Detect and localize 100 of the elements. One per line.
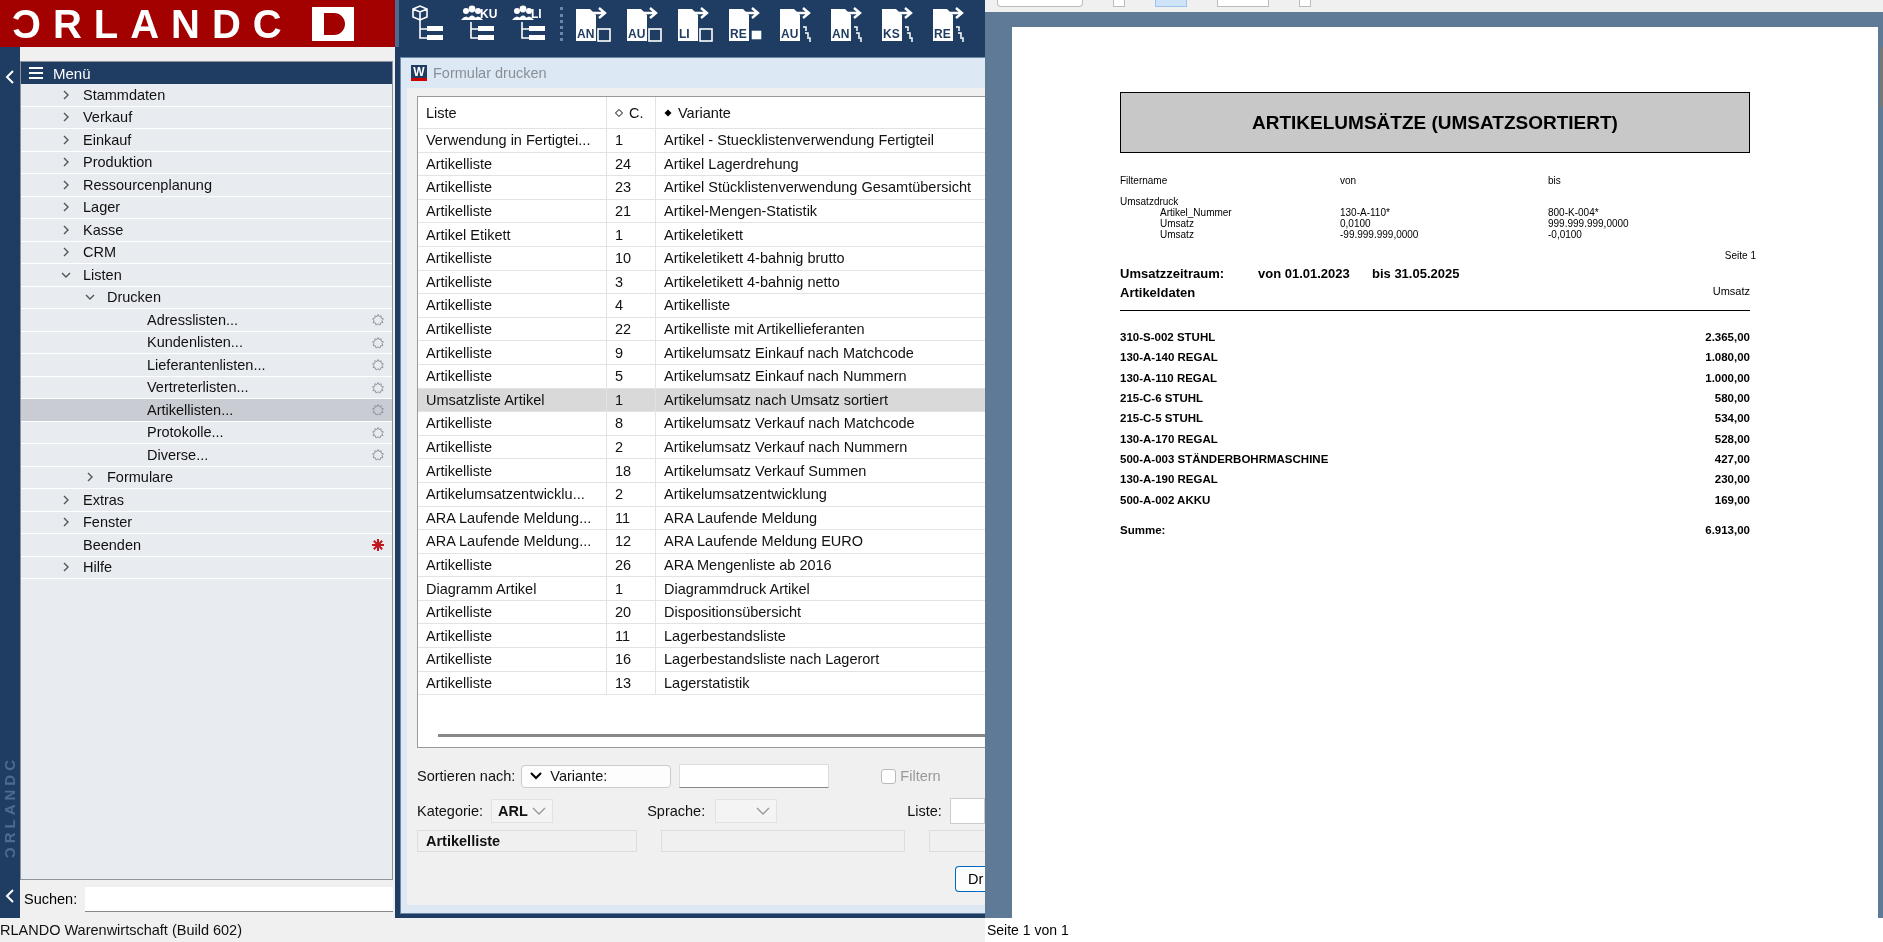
menu-item[interactable]: Beenden bbox=[21, 534, 392, 557]
table-row[interactable]: Artikelliste 13 Lagerstatistik bbox=[418, 671, 985, 696]
document-button[interactable]: AN bbox=[572, 2, 614, 45]
table-row[interactable]: Artikelliste 8 Artikelumsatz Verkauf nach Matchcode bbox=[418, 412, 985, 436]
table-row[interactable]: Artikelliste 26 ARA Mengenliste ab 2016 bbox=[418, 553, 985, 578]
menu-item[interactable]: Stammdaten bbox=[21, 84, 392, 107]
toolbar-field[interactable] bbox=[997, 0, 1083, 7]
document-button[interactable]: RE bbox=[725, 2, 767, 45]
menu-item[interactable]: CRM bbox=[21, 241, 392, 264]
menu-item[interactable]: Formulare bbox=[21, 466, 392, 489]
revenue-value: 169,00 bbox=[1714, 493, 1750, 506]
period-to: bis 31.05.2025 bbox=[1372, 266, 1460, 281]
sort-input-field[interactable] bbox=[679, 764, 830, 788]
toolbar-button[interactable] bbox=[1113, 0, 1125, 7]
menu-item[interactable]: Protokolle... bbox=[21, 421, 392, 444]
table-row[interactable]: Artikelliste 2 Artikelumsatz Verkauf nach Nummern bbox=[418, 435, 985, 460]
document-button[interactable]: AN bbox=[827, 2, 869, 45]
total-label: Summe: bbox=[1120, 523, 1166, 536]
document-button[interactable]: LI bbox=[674, 2, 716, 45]
table-cell: Artikeletikett 4-bahnig netto bbox=[656, 270, 985, 295]
table-row[interactable]: Umsatzliste Artikel 1 Artikelumsatz nach Umsatz sortiert bbox=[418, 388, 985, 413]
table-cell: Artikelliste bbox=[418, 176, 607, 200]
gear-icon[interactable] bbox=[372, 426, 384, 439]
menu-item[interactable]: Extras bbox=[21, 489, 392, 512]
toolbar-button[interactable] bbox=[1299, 0, 1311, 7]
language-dropdown[interactable] bbox=[715, 799, 778, 823]
gear-icon[interactable] bbox=[372, 314, 384, 326]
menu-item[interactable]: Lager bbox=[21, 196, 392, 219]
table-row[interactable]: ARA Laufende Meldung... 12 ARA Laufende Meldung EURO bbox=[418, 530, 985, 554]
table-row[interactable]: Artikelliste 5 Artikelumsatz Einkauf nach Nummern bbox=[418, 364, 985, 389]
scrollbar[interactable] bbox=[438, 734, 985, 737]
table-row[interactable]: Artikelliste 22 Artikelliste mit Artikellieferanten bbox=[418, 317, 985, 342]
menu-item[interactable]: Fenster bbox=[21, 511, 392, 534]
table-row[interactable]: Artikel Etikett 1 Artikeletikett bbox=[418, 223, 985, 247]
filter-from: 130-A-110* bbox=[1340, 207, 1391, 218]
table-row[interactable]: Artikelliste 21 Artikel-Mengen-Statistik bbox=[418, 199, 985, 224]
table-row[interactable]: Artikelliste 20 Dispositionsübersicht bbox=[418, 600, 985, 625]
table-row[interactable]: Artikelliste 16 Lagerbestandsliste nach Lagerort bbox=[418, 648, 985, 672]
table-row[interactable]: Artikelliste 23 Artikel Stücklistenverwendung Gesamtübersicht bbox=[418, 176, 985, 200]
document-button[interactable]: RE bbox=[929, 2, 971, 45]
menu-item[interactable]: Drucken bbox=[21, 286, 392, 309]
table-row[interactable]: Artikelumsatzentwicklu... 2 Artikelumsatzentwicklung bbox=[418, 482, 985, 507]
revenue-value: 580,00 bbox=[1714, 392, 1750, 405]
article-name: 215-C-6 STUHL bbox=[1120, 392, 1204, 405]
menu-item[interactable]: Listen bbox=[21, 264, 392, 287]
document-button[interactable]: AU bbox=[776, 2, 818, 45]
list-field[interactable] bbox=[949, 798, 985, 824]
menu-item[interactable]: Ressourcenplanung bbox=[21, 174, 392, 197]
column-header[interactable]: Variante bbox=[656, 97, 985, 129]
table-row[interactable]: Artikelliste 3 Artikeletikett 4-bahnig netto bbox=[418, 270, 985, 295]
menu-item[interactable]: Verkauf bbox=[21, 106, 392, 129]
gear-icon[interactable] bbox=[372, 336, 384, 349]
print-button[interactable]: Dr bbox=[955, 866, 985, 892]
menu-header[interactable]: Menü bbox=[21, 62, 392, 84]
table-row[interactable]: Artikelliste 18 Artikelumsatz Verkauf Summen bbox=[418, 459, 985, 483]
filter-header: bis bbox=[1548, 175, 1562, 186]
table-row[interactable]: Artikelliste 4 Artikelliste bbox=[418, 294, 985, 318]
filter-to: 800-K-004* bbox=[1548, 207, 1600, 218]
table-row[interactable]: Artikelliste 10 Artikeletikett 4-bahnig brutto bbox=[418, 246, 985, 271]
menu-item[interactable]: Artikellisten... bbox=[21, 399, 392, 422]
gear-icon[interactable] bbox=[372, 404, 384, 416]
filter-name: Umsatz bbox=[1159, 229, 1195, 240]
table-cell: Artikelliste bbox=[418, 648, 607, 672]
table-row[interactable]: Artikelliste 11 Lagerbestandsliste bbox=[418, 624, 985, 649]
column-header[interactable]: C. bbox=[607, 97, 656, 129]
menu-item[interactable]: Diverse... bbox=[21, 444, 392, 467]
column-label: C. bbox=[629, 104, 644, 121]
people-button[interactable]: LI bbox=[509, 2, 551, 45]
people-button[interactable]: KU bbox=[458, 2, 500, 45]
category-dropdown[interactable]: ARL bbox=[491, 799, 554, 823]
gear-icon[interactable] bbox=[372, 381, 384, 394]
gear-icon[interactable] bbox=[372, 449, 384, 461]
sort-label: Sortieren nach: bbox=[417, 768, 516, 784]
document-button[interactable]: KS bbox=[878, 2, 920, 45]
menu-item[interactable]: Hilfe bbox=[21, 556, 392, 579]
revenue-value: 230,00 bbox=[1714, 473, 1750, 486]
search-field[interactable] bbox=[85, 886, 393, 912]
document-button[interactable]: AU bbox=[623, 2, 665, 45]
collapse-icon[interactable] bbox=[5, 69, 15, 85]
column-header[interactable]: Liste bbox=[418, 97, 607, 129]
table-row[interactable]: ARA Laufende Meldung... 11 ARA Laufende Meldung bbox=[418, 506, 985, 531]
menu-item[interactable]: Lieferantenlisten... bbox=[21, 354, 392, 377]
table-row[interactable]: Artikelliste 24 Artikel Lagerdrehung bbox=[418, 152, 985, 177]
table-row[interactable]: Verwendung in Fertigtei... 1 Artikel - Stuecklistenverwendung Fertigteil bbox=[418, 129, 985, 153]
collapse-icon[interactable] bbox=[5, 888, 15, 904]
menu-item[interactable]: Einkauf bbox=[21, 129, 392, 152]
menu-item[interactable]: Produktion bbox=[21, 151, 392, 174]
menu-item[interactable]: Adresslisten... bbox=[21, 309, 392, 332]
menu-item[interactable]: Kasse bbox=[21, 219, 392, 242]
menu-item[interactable]: Kundenlisten... bbox=[21, 331, 392, 354]
table-cell: Artikelliste bbox=[418, 341, 607, 365]
table-cell: Artikelliste bbox=[418, 364, 607, 389]
table-cell: 9 bbox=[607, 341, 656, 365]
filter-from: 0,0100 bbox=[1340, 218, 1372, 229]
toolbar-button[interactable] bbox=[1155, 0, 1187, 7]
table-row[interactable]: Artikelliste 9 Artikelumsatz Einkauf nach Matchcode bbox=[418, 341, 985, 365]
sort-dropdown[interactable]: Variante: bbox=[521, 764, 672, 788]
toolbar-field[interactable] bbox=[1217, 0, 1269, 7]
table-row[interactable]: Diagramm Artikel 1 Diagrammdruck Artikel bbox=[418, 577, 985, 601]
gear-icon[interactable] bbox=[372, 359, 384, 371]
